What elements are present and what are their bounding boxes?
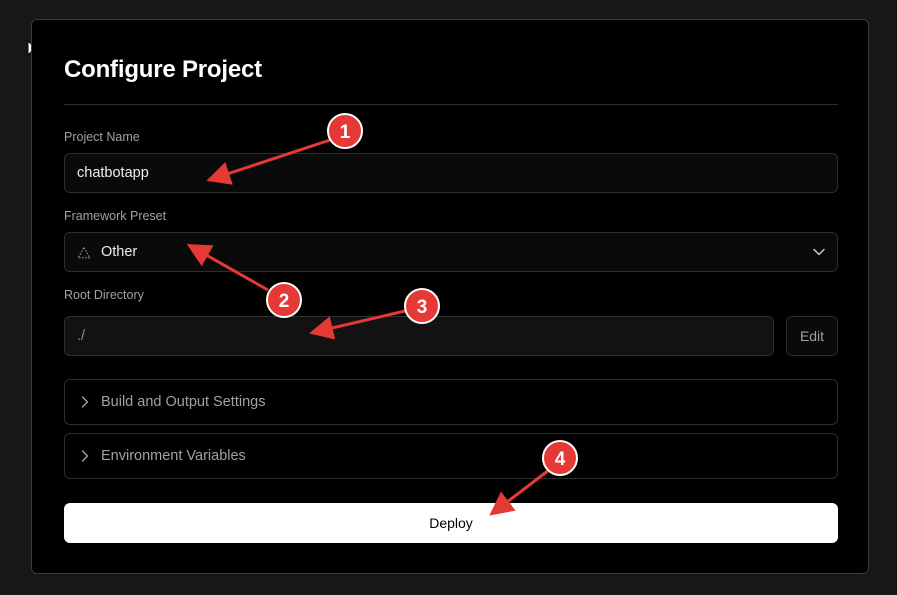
framework-preset-label: Framework Preset <box>64 209 167 223</box>
build-output-settings-toggle[interactable]: Build and Output Settings <box>64 379 838 425</box>
page-title: Configure Project <box>64 56 262 83</box>
deploy-button[interactable]: Deploy <box>64 503 838 543</box>
root-directory-value: ./ <box>77 328 86 344</box>
environment-variables-toggle[interactable]: Environment Variables <box>64 433 838 479</box>
project-name-label: Project Name <box>64 130 140 144</box>
project-name-input[interactable] <box>77 165 825 181</box>
edit-root-directory-button[interactable]: Edit <box>786 316 838 356</box>
root-directory-label: Root Directory <box>64 288 144 302</box>
title-divider <box>64 104 838 105</box>
framework-preset-value: Other <box>101 244 138 260</box>
root-directory-field: ./ <box>64 316 774 356</box>
chevron-right-icon <box>81 396 89 408</box>
chevron-down-icon <box>813 248 825 256</box>
triangle-icon <box>77 245 91 258</box>
environment-variables-label: Environment Variables <box>101 448 246 464</box>
screen: Configure Project Project Name Framework… <box>0 0 897 595</box>
chevron-right-icon <box>81 450 89 462</box>
build-output-settings-label: Build and Output Settings <box>101 394 266 410</box>
framework-preset-select[interactable]: Other <box>64 232 838 272</box>
framework-preset-value-group: Other <box>77 244 137 260</box>
configure-project-card: Configure Project Project Name Framework… <box>31 19 869 574</box>
project-name-field[interactable] <box>64 153 838 193</box>
